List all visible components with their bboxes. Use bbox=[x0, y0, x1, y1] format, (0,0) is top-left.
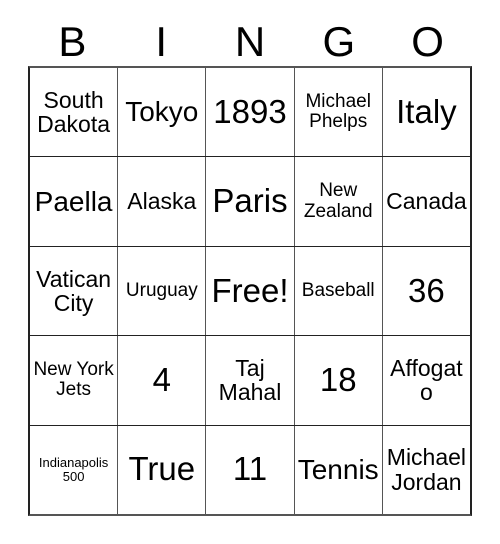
bingo-cell-free-space[interactable]: Free! bbox=[205, 246, 293, 336]
header-letter-g: G bbox=[322, 18, 356, 65]
bingo-cell[interactable]: Michael Jordan bbox=[381, 425, 470, 515]
bingo-row: Vatican City Uruguay Free! Baseball 36 bbox=[30, 245, 470, 336]
bingo-cell[interactable]: South Dakota bbox=[30, 68, 117, 156]
bingo-row: Indianapolis 500 True 11 Tennis Michael … bbox=[30, 424, 470, 515]
bingo-cell[interactable]: Uruguay bbox=[117, 246, 205, 336]
bingo-cell[interactable]: Tennis bbox=[293, 425, 382, 515]
bingo-cell[interactable]: Tokyo bbox=[117, 68, 205, 157]
bingo-row: South Dakota Tokyo 1893 Michael Phelps I… bbox=[30, 68, 470, 157]
bingo-cell[interactable]: Taj Mahal bbox=[205, 336, 293, 425]
bingo-cell[interactable]: 4 bbox=[117, 336, 205, 425]
bingo-cell[interactable]: Alaska bbox=[117, 157, 205, 246]
bingo-card: B I N G O South Dakota Tokyo 1893 Michae… bbox=[0, 0, 500, 544]
bingo-cell[interactable]: Italy bbox=[381, 68, 470, 157]
bingo-row: New York Jets 4 Taj Mahal 18 Affogato bbox=[30, 335, 470, 425]
bingo-row: Paella Alaska Paris New Zealand Canada bbox=[30, 156, 470, 246]
bingo-grid: South Dakota Tokyo 1893 Michael Phelps I… bbox=[28, 66, 472, 516]
bingo-cell[interactable]: New York Jets bbox=[30, 336, 117, 424]
bingo-cell[interactable]: Affogato bbox=[381, 336, 470, 425]
header-letter-n: N bbox=[234, 18, 266, 65]
bingo-cell[interactable]: 11 bbox=[205, 425, 293, 515]
header-letter-b: B bbox=[58, 18, 87, 65]
bingo-cell[interactable]: Indianapolis 500 bbox=[30, 426, 117, 514]
bingo-cell[interactable]: 1893 bbox=[205, 68, 293, 157]
bingo-cell[interactable]: Paella bbox=[30, 157, 117, 245]
bingo-cell[interactable]: Michael Phelps bbox=[293, 68, 382, 157]
bingo-header: B I N G O bbox=[28, 18, 472, 66]
bingo-cell[interactable]: True bbox=[117, 425, 205, 515]
header-letter-o: O bbox=[411, 18, 444, 65]
bingo-cell[interactable]: Vatican City bbox=[30, 247, 117, 335]
header-letter-i: I bbox=[155, 18, 168, 65]
bingo-cell[interactable]: Canada bbox=[381, 157, 470, 246]
bingo-cell[interactable]: New Zealand bbox=[293, 157, 382, 246]
bingo-cell[interactable]: Paris bbox=[205, 157, 293, 246]
bingo-cell[interactable]: 36 bbox=[381, 246, 470, 336]
bingo-cell[interactable]: 18 bbox=[293, 336, 382, 425]
bingo-cell[interactable]: Baseball bbox=[293, 246, 382, 336]
